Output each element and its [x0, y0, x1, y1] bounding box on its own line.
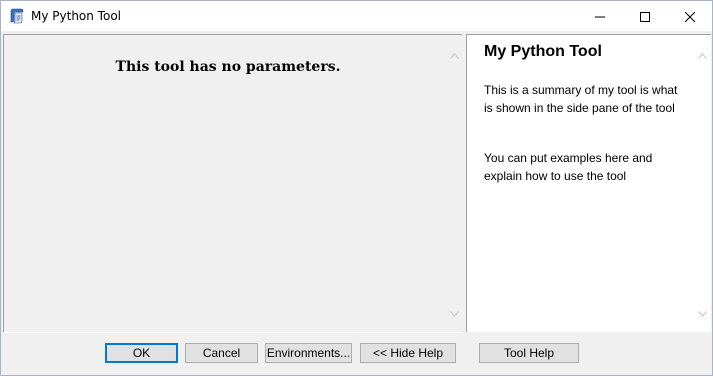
no-parameters-message: This tool has no parameters. [115, 59, 341, 75]
hide-help-button[interactable]: << Hide Help [360, 343, 456, 363]
title-bar[interactable]: My Python Tool [1, 1, 712, 31]
help-pane: My Python Tool This is a summary of my t… [466, 34, 711, 332]
close-icon [684, 7, 696, 26]
window-title: My Python Tool [31, 9, 121, 23]
chevron-down-icon [698, 302, 707, 321]
tool-help-button[interactable]: Tool Help [479, 343, 579, 363]
minimize-button[interactable] [577, 1, 623, 31]
help-scroll-down-arrow[interactable] [694, 303, 711, 320]
maximize-button[interactable] [622, 1, 668, 31]
chevron-down-icon [450, 302, 459, 321]
python-script-icon [9, 8, 25, 24]
minimize-icon [595, 7, 605, 26]
close-button[interactable] [667, 1, 712, 31]
chevron-up-icon [698, 44, 707, 63]
ok-button[interactable]: OK [105, 343, 178, 363]
help-summary-text: This is a summary of my tool is what is … [484, 83, 678, 115]
maximize-icon [640, 7, 650, 26]
help-scrollbar[interactable] [694, 35, 711, 332]
parameters-scrollbar[interactable] [446, 35, 463, 332]
tool-dialog-window: My Python Tool This tool has no paramete… [0, 0, 713, 376]
parameters-pane: This tool has no parameters. [3, 34, 463, 333]
scroll-down-arrow[interactable] [446, 303, 463, 320]
cancel-button[interactable]: Cancel [185, 343, 258, 363]
help-scroll-up-arrow[interactable] [694, 45, 711, 62]
scroll-up-arrow[interactable] [446, 45, 463, 62]
help-title: My Python Tool [484, 43, 602, 60]
environments-button[interactable]: Environments... [265, 343, 352, 363]
chevron-up-icon [450, 44, 459, 63]
help-examples-text: You can put examples here and explain ho… [484, 151, 653, 183]
